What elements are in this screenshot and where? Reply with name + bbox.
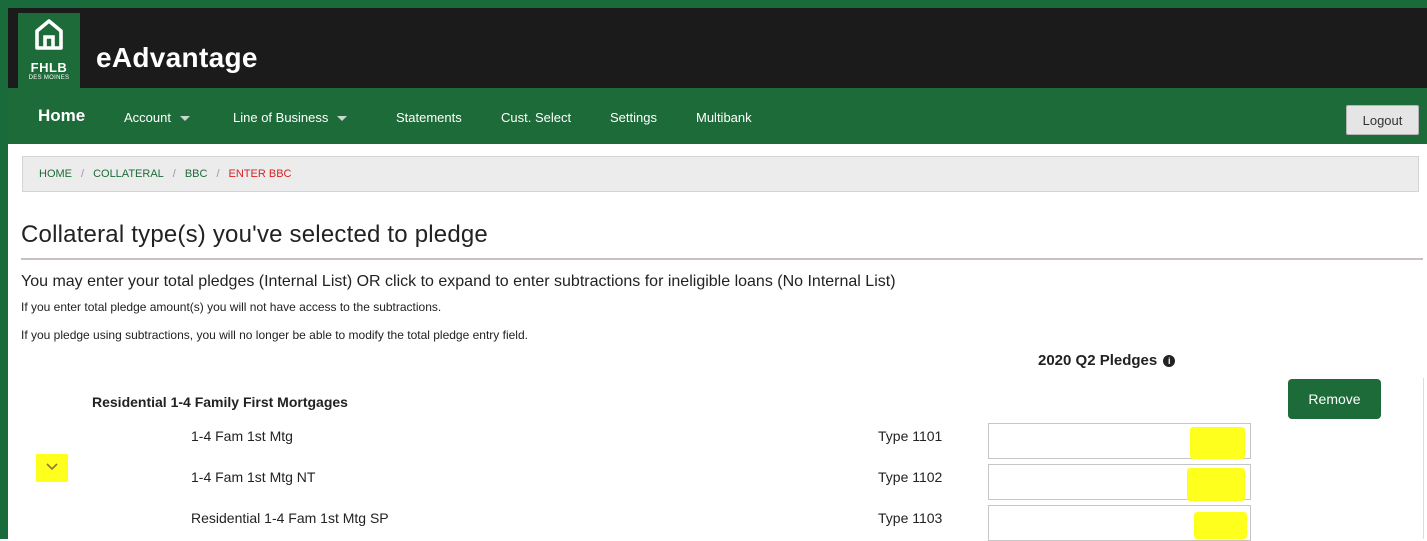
nav-account-label: Account	[124, 110, 171, 125]
main-nav: Home Account Line of Business Statements…	[8, 88, 1427, 144]
nav-account[interactable]: Account	[124, 110, 190, 125]
highlight-mark	[1190, 427, 1245, 459]
fhlb-logo[interactable]: FHLB DES MOINES	[18, 13, 80, 88]
caret-down-icon	[337, 116, 348, 122]
expand-subtractions-toggle[interactable]	[36, 454, 68, 482]
highlight-mark	[1194, 512, 1247, 539]
breadcrumb-current: ENTER BBC	[228, 168, 292, 180]
note-total-pledge: If you enter total pledge amount(s) you …	[21, 300, 442, 314]
nav-settings[interactable]: Settings	[610, 110, 657, 125]
breadcrumb-separator: /	[172, 168, 176, 180]
pledges-column-header: 2020 Q2 Pledges i	[1038, 352, 1176, 369]
logo-subtext: DES MOINES	[28, 75, 70, 81]
nav-cust-select[interactable]: Cust. Select	[501, 110, 571, 125]
column-divider	[1423, 378, 1424, 539]
nav-multibank[interactable]: Multibank	[696, 110, 752, 125]
brand-bar: FHLB DES MOINES eAdvantage	[8, 8, 1427, 88]
collateral-type-label: 1-4 Fam 1st Mtg NT	[191, 469, 316, 485]
nav-statements[interactable]: Statements	[396, 110, 462, 125]
app-title: eAdvantage	[96, 42, 258, 73]
caret-down-icon	[179, 116, 190, 122]
breadcrumb: HOME / COLLATERAL / BBC / ENTER BBC	[22, 156, 1419, 192]
breadcrumb-bbc[interactable]: BBC	[185, 168, 208, 180]
app: FHLB DES MOINES eAdvantage Home Account …	[8, 8, 1427, 541]
collateral-type-code: Type 1103	[878, 510, 943, 526]
collateral-type-label: Residential 1-4 Fam 1st Mtg SP	[191, 510, 389, 526]
nav-line-of-business-label: Line of Business	[233, 110, 329, 125]
window-frame-left	[0, 0, 8, 539]
chevron-down-icon	[46, 463, 58, 471]
window-frame-top	[0, 0, 1427, 8]
logo-text: FHLB	[30, 60, 68, 75]
remove-button[interactable]: Remove	[1288, 379, 1381, 419]
title-divider	[21, 258, 1423, 260]
intro-text: You may enter your total pledges (Intern…	[21, 273, 896, 290]
page-title: Collateral type(s) you've selected to pl…	[21, 221, 488, 248]
breadcrumb-separator: /	[81, 168, 85, 180]
highlight-mark	[1187, 468, 1245, 501]
info-icon[interactable]: i	[1163, 355, 1176, 367]
note-subtractions: If you pledge using subtractions, you wi…	[21, 328, 528, 342]
collateral-type-code: Type 1101	[878, 428, 943, 444]
house-icon	[35, 19, 63, 50]
nav-line-of-business[interactable]: Line of Business	[233, 110, 348, 125]
breadcrumb-separator: /	[216, 168, 220, 180]
collateral-type-label: 1-4 Fam 1st Mtg	[191, 428, 293, 444]
nav-home[interactable]: Home	[38, 106, 85, 126]
breadcrumb-home[interactable]: HOME	[39, 168, 72, 180]
pledges-header-label: 2020 Q2 Pledges	[1038, 352, 1158, 369]
logout-button[interactable]: Logout	[1346, 105, 1419, 135]
collateral-type-code: Type 1102	[878, 469, 943, 485]
breadcrumb-collateral[interactable]: COLLATERAL	[93, 168, 164, 180]
collateral-group-title: Residential 1-4 Family First Mortgages	[92, 394, 348, 410]
